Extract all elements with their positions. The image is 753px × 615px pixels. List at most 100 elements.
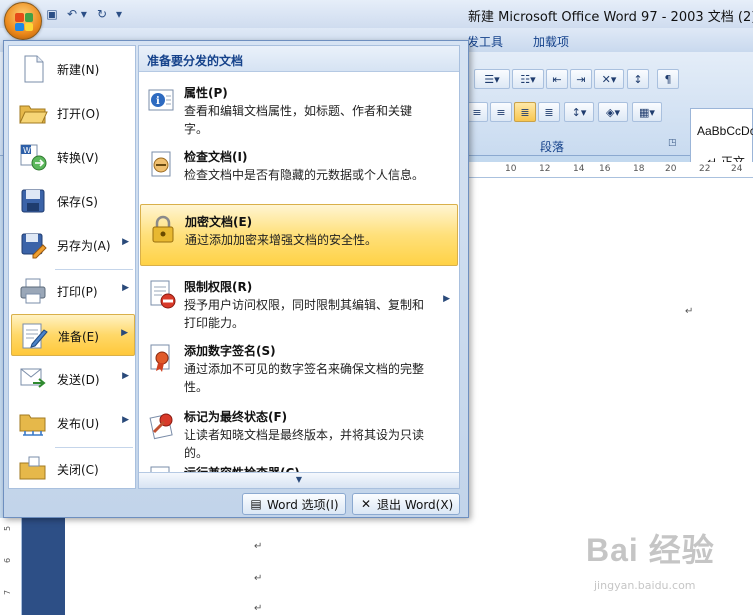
bullets-button[interactable]: ☰▾ xyxy=(474,69,510,89)
tab-developer[interactable]: 发工具 xyxy=(467,33,503,50)
ruler-tick: 6 xyxy=(3,557,13,564)
submenu-item-title: 运行兼容性检查器(C) xyxy=(184,464,300,472)
save-icon[interactable]: ▣ xyxy=(44,6,60,22)
menu-item-save-as[interactable]: 另存为(A) ▶ xyxy=(11,224,135,266)
tab-add-ins[interactable]: 加载项 xyxy=(533,33,569,50)
watermark: Bai 经验 jingyan.baidu.com xyxy=(586,525,746,605)
distributed-button[interactable]: ≣ xyxy=(538,102,560,122)
paragraph-mark: ↵ xyxy=(254,541,263,552)
submenu-item-description: 让读者知晓文档是最终版本，并将其设为只读的。 xyxy=(184,428,425,460)
submenu-item-description: 查看和编辑文档属性，如标题、作者和关键字。 xyxy=(184,104,413,136)
submenu-item-compatibility[interactable]: 运行兼容性检查器(C) xyxy=(140,464,458,472)
encrypt-lock-icon xyxy=(152,215,174,243)
ruler-tick: 22 xyxy=(699,164,711,174)
office-logo-icon xyxy=(15,13,33,31)
shading-button[interactable]: ◈▾ xyxy=(598,102,628,122)
submenu-item-title: 加密文档(E) xyxy=(185,215,253,229)
prepare-submenu: 准备要分发的文档 i 属性(P) 查看和编辑文档属性，如标题、作者和关键字。 检… xyxy=(138,45,460,489)
chinese-layout-button[interactable]: ✕▾ xyxy=(594,69,624,89)
show-marks-button[interactable]: ¶ xyxy=(657,69,679,89)
customize-icon[interactable]: ▾ xyxy=(114,6,124,22)
redo-icon[interactable]: ↻ xyxy=(94,6,110,22)
document-left-margin xyxy=(22,518,65,615)
prepare-icon xyxy=(22,323,48,349)
sort-button[interactable]: ↕ xyxy=(627,69,649,89)
submenu-arrow-icon: ▶ xyxy=(443,294,450,304)
decrease-indent-button[interactable]: ⇤ xyxy=(546,69,568,89)
undo-icon[interactable]: ↶ ▾ xyxy=(64,6,90,22)
scroll-down-button[interactable]: ▼ xyxy=(139,472,459,488)
ruler-tick: 12 xyxy=(539,164,551,174)
vertical-ruler[interactable]: 5 6 7 xyxy=(0,518,22,615)
submenu-item-description: 通过添加加密来增强文档的安全性。 xyxy=(185,233,378,247)
options-icon: ▤ xyxy=(250,497,262,511)
dialog-launcher-icon[interactable]: ◳ xyxy=(668,138,680,150)
word-options-label: Word 选项(I) xyxy=(267,497,339,512)
menu-item-convert[interactable]: W 转换(V) xyxy=(11,136,135,178)
mark-final-icon xyxy=(149,413,173,440)
menu-item-save[interactable]: 保存(S) xyxy=(11,180,135,222)
border-button[interactable]: ▦▾ xyxy=(632,102,662,122)
save-icon xyxy=(21,189,45,213)
submenu-item-title: 添加数字签名(S) xyxy=(184,344,276,358)
submenu-item-description: 通过添加不可见的数字签名来确保文档的完整性。 xyxy=(184,362,425,394)
submenu-item-restrict[interactable]: 限制权限(R) 授予用户访问权限，同时限制其编辑、复制和打印能力。 ▶ xyxy=(140,270,458,332)
office-button[interactable] xyxy=(4,2,42,40)
align-right-button[interactable]: ≡ xyxy=(490,102,512,122)
ruler-tick: 5 xyxy=(3,525,13,532)
submenu-arrow-icon: ▶ xyxy=(122,283,129,293)
submenu-item-properties[interactable]: i 属性(P) 查看和编辑文档属性，如标题、作者和关键字。 xyxy=(140,76,458,136)
submenu-item-title: 检查文档(I) xyxy=(184,150,248,164)
justify-button[interactable]: ≣ xyxy=(514,102,536,122)
paragraph-group-label: 段落 xyxy=(540,140,565,154)
title-bar: ▣ ↶ ▾ ↻ ▾ 新建 Microsoft Office Word 97 - … xyxy=(0,0,753,28)
submenu-item-signature[interactable]: 添加数字签名(S) 通过添加不可见的数字签名来确保文档的完整性。 xyxy=(140,334,458,396)
menu-item-prepare[interactable]: 准备(E) ▶ xyxy=(11,314,135,356)
menu-item-close[interactable]: 关闭(C) xyxy=(11,448,135,490)
submenu-item-encrypt[interactable]: 加密文档(E) 通过添加加密来增强文档的安全性。 xyxy=(140,204,458,266)
document-page-visible[interactable]: ↵ xyxy=(469,178,753,518)
submenu-item-description: 检查文档中是否有隐藏的元数据或个人信息。 xyxy=(184,168,425,182)
menu-item-label: 新建(N) xyxy=(57,63,100,77)
word-options-button[interactable]: ▤ Word 选项(I) xyxy=(242,493,346,515)
close-document-icon xyxy=(19,456,46,480)
increase-indent-button[interactable]: ⇥ xyxy=(570,69,592,89)
menu-item-label: 保存(S) xyxy=(57,195,98,209)
properties-icon: i xyxy=(148,89,174,111)
horizontal-ruler[interactable]: 10 12 14 16 18 20 22 24 xyxy=(469,162,753,178)
exit-word-button[interactable]: ✕ 退出 Word(X) xyxy=(352,493,461,515)
submenu-arrow-icon: ▶ xyxy=(122,371,129,381)
send-icon xyxy=(20,368,46,388)
open-folder-icon xyxy=(19,105,48,124)
menu-item-publish[interactable]: 发布(U) ▶ xyxy=(11,402,135,444)
compatibility-checker-icon xyxy=(150,466,170,472)
submenu-item-inspect[interactable]: 检查文档(I) 检查文档中是否有隐藏的元数据或个人信息。 xyxy=(140,140,458,194)
menu-item-new[interactable]: 新建(N) xyxy=(11,48,135,90)
submenu-item-description: 授予用户访问权限，同时限制其编辑、复制和打印能力。 xyxy=(184,298,425,330)
svg-text:W: W xyxy=(23,146,31,155)
watermark-logo: Bai 经验 xyxy=(586,532,715,568)
paragraph-mark: ↵ xyxy=(685,306,694,317)
watermark-url: jingyan.baidu.com xyxy=(594,579,696,592)
menu-item-label: 转换(V) xyxy=(57,151,99,165)
submenu-arrow-icon: ▶ xyxy=(122,415,129,425)
submenu-arrow-icon: ▶ xyxy=(121,328,128,338)
office-menu-footer: ▤ Word 选项(I) ✕ 退出 Word(X) xyxy=(4,491,468,517)
digital-signature-icon xyxy=(150,344,170,372)
menu-item-send[interactable]: 发送(D) ▶ xyxy=(11,358,135,400)
line-spacing-button[interactable]: ↕▾ xyxy=(564,102,594,122)
align-center-button[interactable]: ≡ xyxy=(466,102,488,122)
multilevel-list-button[interactable]: ☷▾ xyxy=(512,69,544,89)
ruler-tick: 10 xyxy=(505,164,517,174)
office-menu-commands: 新建(N) 打开(O) W 转换(V) 保存(S) 另存为(A) ▶ 打印(P)… xyxy=(8,45,136,489)
menu-item-open[interactable]: 打开(O) xyxy=(11,92,135,134)
paragraph-mark: ↵ xyxy=(254,603,263,614)
menu-item-label: 打开(O) xyxy=(57,107,100,121)
submenu-item-title: 属性(P) xyxy=(184,86,228,100)
close-icon: ✕ xyxy=(360,497,372,511)
submenu-title: 准备要分发的文档 xyxy=(147,54,244,68)
menu-item-print[interactable]: 打印(P) ▶ xyxy=(11,270,135,312)
style-sample: AaBbCcDc xyxy=(697,124,753,138)
submenu-item-mark-final[interactable]: 标记为最终状态(F) 让读者知晓文档是最终版本，并将其设为只读的。 xyxy=(140,400,458,462)
menu-item-label: 准备(E) xyxy=(58,330,99,344)
